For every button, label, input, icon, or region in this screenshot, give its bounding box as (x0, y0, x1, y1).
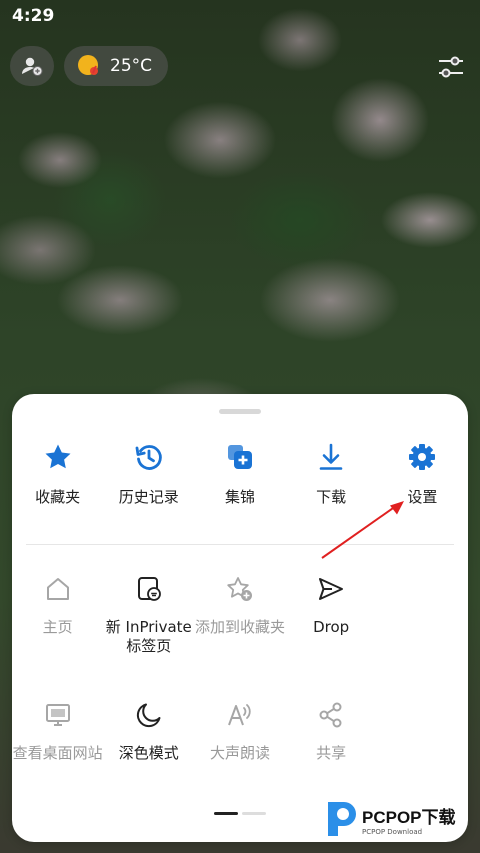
history-label: 历史记录 (118, 488, 179, 506)
home-label: 主页 (42, 618, 73, 636)
download-icon (319, 443, 343, 470)
weather-widget[interactable]: 25°C (64, 46, 168, 86)
new-inprivate-tab-label: 新 InPrivate 标签页 (106, 618, 192, 656)
settings-sliders-icon[interactable] (436, 52, 466, 82)
page-indicator (214, 812, 266, 815)
inprivate-label-line1: 新 InPrivate (105, 618, 192, 636)
moon-icon (136, 703, 161, 728)
favorites-button[interactable]: 收藏夹 (12, 442, 103, 507)
dark-mode-button[interactable]: 深色模式 (103, 700, 194, 763)
share-button[interactable]: 共享 (286, 700, 377, 763)
profile-button[interactable] (10, 46, 54, 86)
profile-icon (22, 57, 43, 76)
read-aloud-icon (228, 704, 251, 726)
collections-button[interactable]: 集锦 (194, 442, 285, 507)
weather-temperature: 25°C (110, 56, 153, 76)
inprivate-label-line2: 标签页 (126, 637, 172, 655)
settings-label: 设置 (407, 488, 438, 506)
add-favorite-icon (227, 577, 252, 601)
page-dot (242, 812, 266, 815)
drop-label: Drop (313, 618, 350, 636)
drag-handle[interactable] (219, 409, 261, 414)
page-dot-active (214, 812, 238, 815)
annotation-arrow-icon (321, 501, 404, 559)
history-button[interactable]: 历史记录 (103, 442, 194, 507)
collections-icon (227, 445, 252, 469)
desktop-icon (45, 704, 70, 726)
menu-grid-row-2: 查看桌面网站 深色模式 大声朗读 共享 (12, 700, 468, 763)
watermark: PCPOP下载 PCPOP Download (324, 800, 456, 838)
menu-bottom-sheet: 收藏夹 历史记录 集锦 下载 设置 主页 新 InPrivate 标签页 添加到… (12, 394, 468, 842)
home-button[interactable]: 主页 (12, 574, 103, 656)
watermark-text: PCPOP下载 (362, 807, 456, 827)
watermark-subtext: PCPOP Download (362, 827, 423, 836)
gear-icon (409, 444, 436, 470)
share-label: 共享 (316, 744, 347, 762)
history-icon (135, 445, 162, 470)
inprivate-icon (137, 577, 161, 601)
home-icon (46, 578, 69, 600)
share-icon (319, 702, 342, 728)
desktop-site-button[interactable]: 查看桌面网站 (12, 700, 103, 763)
drop-button[interactable]: Drop (286, 574, 377, 656)
new-inprivate-tab-button[interactable]: 新 InPrivate 标签页 (103, 574, 194, 656)
read-aloud-button[interactable]: 大声朗读 (194, 700, 285, 763)
add-to-favorites-button[interactable]: 添加到收藏夹 (194, 574, 285, 656)
favorites-label: 收藏夹 (35, 488, 81, 506)
menu-grid-row-1: 主页 新 InPrivate 标签页 添加到收藏夹 Drop (12, 574, 468, 656)
desktop-site-label: 查看桌面网站 (12, 744, 103, 762)
dark-mode-label: 深色模式 (118, 744, 179, 762)
send-icon (319, 578, 344, 600)
status-time: 4:29 (12, 6, 55, 26)
star-icon (45, 444, 71, 469)
read-aloud-label: 大声朗读 (209, 744, 270, 762)
add-to-favorites-label: 添加到收藏夹 (194, 618, 285, 636)
sun-icon (78, 55, 98, 75)
watermark-logo-icon (328, 802, 356, 836)
collections-label: 集锦 (224, 488, 255, 506)
